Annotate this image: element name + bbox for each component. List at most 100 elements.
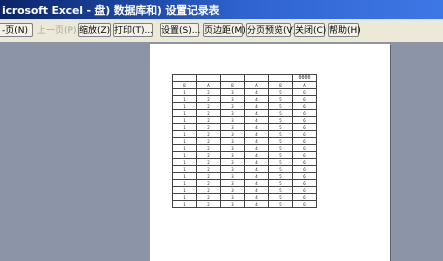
table-cell: 2 bbox=[196, 151, 221, 159]
table-cell: 5 bbox=[268, 158, 293, 166]
table-cell: 3 bbox=[220, 102, 245, 110]
table-row: 123456 bbox=[172, 158, 317, 166]
table-cell: 4 bbox=[244, 88, 269, 96]
table-cell: 6 bbox=[292, 193, 317, 201]
print-preview-page[interactable]: 0000 BABABA12345612345612345612345612345… bbox=[150, 44, 390, 261]
table-cell: 3 bbox=[220, 130, 245, 138]
table-cell: 5 bbox=[268, 151, 293, 159]
table-cell: 2 bbox=[196, 165, 221, 173]
table-row: 123456 bbox=[172, 130, 317, 138]
page-break-preview-button[interactable]: 分页预览(V) bbox=[246, 23, 296, 37]
table-row: 123456 bbox=[172, 172, 317, 180]
table-cell: 2 bbox=[196, 109, 221, 117]
table-cell: 5 bbox=[268, 95, 293, 103]
table-cell: 5 bbox=[268, 102, 293, 110]
table-cell: 4 bbox=[244, 144, 269, 152]
table-cell: 1 bbox=[172, 144, 197, 152]
table-cell: 3 bbox=[220, 186, 245, 194]
table-cell: 6 bbox=[292, 123, 317, 131]
window-title: icrosoft Excel - 盘) 数据库和) 设置记录表 bbox=[2, 4, 220, 17]
table-cell: 1 bbox=[172, 172, 197, 180]
setup-button[interactable]: 设置(S)... bbox=[160, 23, 200, 37]
table-cell: 2 bbox=[196, 158, 221, 166]
table-cell: B bbox=[220, 81, 245, 89]
table-cell: 5 bbox=[268, 172, 293, 180]
table-cell: 2 bbox=[196, 95, 221, 103]
table-cell: 5 bbox=[268, 193, 293, 201]
table-cell: 4 bbox=[244, 130, 269, 138]
table-cell: 6 bbox=[292, 116, 317, 124]
table-cell: 6 bbox=[292, 165, 317, 173]
table-cell: B bbox=[268, 81, 293, 89]
table-cell: 1 bbox=[172, 200, 197, 208]
table-row: 123456 bbox=[172, 95, 317, 103]
table-cell: 4 bbox=[244, 165, 269, 173]
table-cell: 6 bbox=[292, 102, 317, 110]
title-bar: icrosoft Excel - 盘) 数据库和) 设置记录表 bbox=[0, 0, 443, 19]
table-cell: 6 bbox=[292, 172, 317, 180]
table-cell: 4 bbox=[244, 123, 269, 131]
table-cell: 6 bbox=[292, 144, 317, 152]
table-cell: 3 bbox=[220, 200, 245, 208]
table-cell: 1 bbox=[172, 102, 197, 110]
table-cell: 6 bbox=[292, 109, 317, 117]
table-cell: 3 bbox=[220, 165, 245, 173]
table-cell: 6 bbox=[292, 200, 317, 208]
table-cell: 4 bbox=[244, 179, 269, 187]
worksheet-table: 0000 BABABA12345612345612345612345612345… bbox=[172, 74, 317, 208]
table-cell: 3 bbox=[220, 116, 245, 124]
table-cell: 1 bbox=[172, 151, 197, 159]
table-cell: 1 bbox=[172, 165, 197, 173]
table-cell: 3 bbox=[220, 179, 245, 187]
close-button[interactable]: 关闭(C) bbox=[294, 23, 326, 37]
table-cell: 6 bbox=[292, 158, 317, 166]
margins-button[interactable]: 页边距(M) bbox=[203, 23, 246, 37]
table-cell: B bbox=[172, 81, 197, 89]
table-cell: 4 bbox=[244, 172, 269, 180]
table-cell: 5 bbox=[268, 123, 293, 131]
table-cell: 3 bbox=[220, 158, 245, 166]
next-page-button[interactable]: -页(N) bbox=[0, 23, 33, 37]
print-button[interactable]: 打印(T)... bbox=[113, 23, 153, 37]
table-cell: 1 bbox=[172, 193, 197, 201]
table-cell: 3 bbox=[220, 123, 245, 131]
table-cell: 2 bbox=[196, 137, 221, 145]
table-cell: 1 bbox=[172, 179, 197, 187]
table-cell: 5 bbox=[268, 137, 293, 145]
table-cell: 6 bbox=[292, 179, 317, 187]
table-cell: 2 bbox=[196, 193, 221, 201]
table-cell: 2 bbox=[196, 88, 221, 96]
table-cell: 1 bbox=[172, 137, 197, 145]
table-row: 123456 bbox=[172, 200, 317, 208]
help-button[interactable]: 帮助(H) bbox=[328, 23, 361, 37]
zoom-button[interactable]: 缩放(Z) bbox=[78, 23, 111, 37]
table-cell: 6 bbox=[292, 186, 317, 194]
table-row: 123456 bbox=[172, 151, 317, 159]
table-row: BABABA bbox=[172, 81, 317, 89]
table-cell: 2 bbox=[196, 179, 221, 187]
header-value: 0000 bbox=[292, 74, 317, 82]
table-cell: 1 bbox=[172, 109, 197, 117]
table-cell: A bbox=[196, 81, 221, 89]
table-cell: 5 bbox=[268, 88, 293, 96]
previous-page-button[interactable]: 上一页(P) bbox=[36, 23, 76, 37]
table-cell: 3 bbox=[220, 109, 245, 117]
table-cell: 4 bbox=[244, 193, 269, 201]
table-cell: 6 bbox=[292, 151, 317, 159]
table-row: 123456 bbox=[172, 179, 317, 187]
table-cell: 3 bbox=[220, 172, 245, 180]
table-cell: 1 bbox=[172, 186, 197, 194]
table-cell: 3 bbox=[220, 88, 245, 96]
table-cell: 6 bbox=[292, 95, 317, 103]
table-cell: 1 bbox=[172, 130, 197, 138]
table-cell: 5 bbox=[268, 109, 293, 117]
table-cell: 5 bbox=[268, 179, 293, 187]
table-cell: 2 bbox=[196, 200, 221, 208]
table-cell: 4 bbox=[244, 116, 269, 124]
table-cell: 4 bbox=[244, 137, 269, 145]
table-cell: 2 bbox=[196, 102, 221, 110]
table-cell: 1 bbox=[172, 158, 197, 166]
table-cell: 2 bbox=[196, 172, 221, 180]
table-cell: 3 bbox=[220, 95, 245, 103]
table-cell: 1 bbox=[172, 95, 197, 103]
